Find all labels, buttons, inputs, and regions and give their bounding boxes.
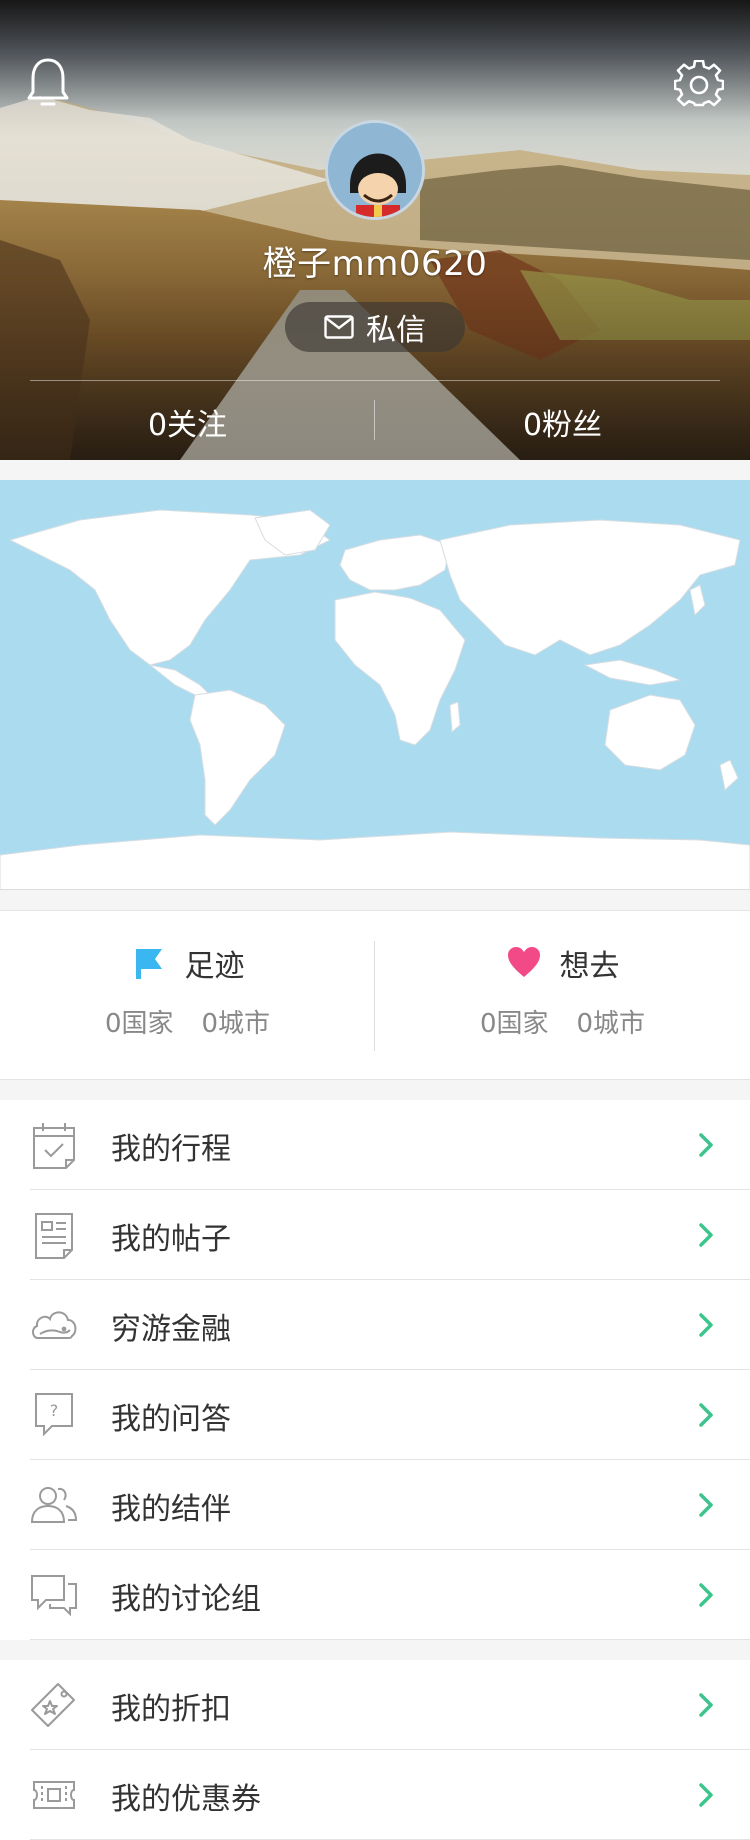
visited-title: 足迹 xyxy=(184,949,245,984)
private-message-label: 私信 xyxy=(366,313,426,348)
menu-item-my-posts[interactable]: 我的帖子 xyxy=(0,1190,750,1280)
calendar-icon xyxy=(33,1123,75,1169)
menu-group-2: 我的折扣 我的优惠券 xyxy=(0,1660,750,1840)
flag-icon xyxy=(135,949,162,979)
footprint-panel: 足迹 0国家 0城市 想去 0国家 0城市 xyxy=(0,910,750,1080)
question-bubble-icon: ? xyxy=(35,1393,73,1437)
menu-item-label: 我的折扣 xyxy=(111,1692,231,1727)
chat-bubbles-icon xyxy=(31,1575,77,1617)
wishlist-countries: 0国家 xyxy=(479,1009,549,1039)
chevron-right-icon xyxy=(699,1493,713,1517)
menu-group-1: 我的行程 我的帖子 穷游金融 ? 我的问答 我的结伴 我的讨论组 xyxy=(0,1100,750,1640)
followers-count[interactable]: 0粉丝 xyxy=(375,400,750,444)
chevron-right-icon xyxy=(699,1783,713,1807)
chevron-right-icon xyxy=(699,1223,713,1247)
ticket-icon xyxy=(33,1781,75,1809)
visited-counts: 0国家 0城市 xyxy=(0,1003,375,1040)
notification-bell-icon[interactable] xyxy=(26,56,70,108)
menu-item-label: 我的行程 xyxy=(111,1132,231,1167)
chevron-right-icon xyxy=(699,1403,713,1427)
document-icon xyxy=(35,1213,73,1259)
menu-item-qyer-finance[interactable]: 穷游金融 xyxy=(0,1280,750,1370)
menu-item-my-discussion-groups[interactable]: 我的讨论组 xyxy=(0,1550,750,1640)
visited-countries: 0国家 xyxy=(104,1009,174,1039)
profile-header: 橙子mm0620 私信 0关注 0粉丝 xyxy=(0,0,750,460)
menu-item-my-coupons[interactable]: 我的优惠券 xyxy=(0,1750,750,1840)
menu-item-label: 我的讨论组 xyxy=(111,1582,261,1617)
world-map[interactable] xyxy=(0,480,750,890)
menu-item-label: 穷游金融 xyxy=(111,1312,231,1347)
wishlist-cities: 0城市 xyxy=(576,1009,646,1039)
header-shade xyxy=(0,0,750,460)
visited-section[interactable]: 足迹 0国家 0城市 xyxy=(0,911,375,1081)
menu-item-my-companions[interactable]: 我的结伴 xyxy=(0,1460,750,1550)
menu-item-label: 我的帖子 xyxy=(111,1222,231,1257)
cloud-icon xyxy=(32,1311,77,1339)
username: 橙子mm0620 xyxy=(262,244,488,284)
visited-title-row: 足迹 xyxy=(0,941,375,985)
avatar[interactable] xyxy=(325,120,425,220)
chevron-right-icon xyxy=(699,1693,713,1717)
wishlist-title-row: 想去 xyxy=(375,941,750,985)
following-count[interactable]: 0关注 xyxy=(0,400,375,444)
envelope-icon xyxy=(324,315,354,339)
menu-item-my-discounts[interactable]: 我的折扣 xyxy=(0,1660,750,1750)
people-icon xyxy=(30,1487,78,1523)
menu-item-my-qa[interactable]: ? 我的问答 xyxy=(0,1370,750,1460)
chevron-right-icon xyxy=(699,1583,713,1607)
visited-cities: 0城市 xyxy=(201,1009,271,1039)
tag-icon xyxy=(31,1683,75,1727)
chevron-right-icon xyxy=(699,1133,713,1157)
world-map-graphic xyxy=(0,509,750,889)
menu-item-label: 我的结伴 xyxy=(111,1492,231,1527)
menu-item-label: 我的问答 xyxy=(111,1402,231,1437)
wishlist-counts: 0国家 0城市 xyxy=(375,1003,750,1040)
wishlist-title: 想去 xyxy=(559,949,620,984)
profile-page: 橙子mm0620 私信 0关注 0粉丝 足迹 0国家 0城市 想去 0国家 0城… xyxy=(0,0,750,1840)
svg-text:?: ? xyxy=(50,1401,59,1420)
settings-gear-icon[interactable] xyxy=(674,60,724,110)
chevron-right-icon xyxy=(699,1313,713,1337)
heart-icon xyxy=(507,947,540,977)
header-divider xyxy=(30,380,720,381)
menu-item-label: 我的优惠券 xyxy=(111,1782,261,1817)
wishlist-section[interactable]: 想去 0国家 0城市 xyxy=(375,911,750,1081)
row-separator xyxy=(30,1639,750,1640)
private-message-button[interactable]: 私信 xyxy=(285,302,465,352)
menu-item-my-itinerary[interactable]: 我的行程 xyxy=(0,1100,750,1190)
